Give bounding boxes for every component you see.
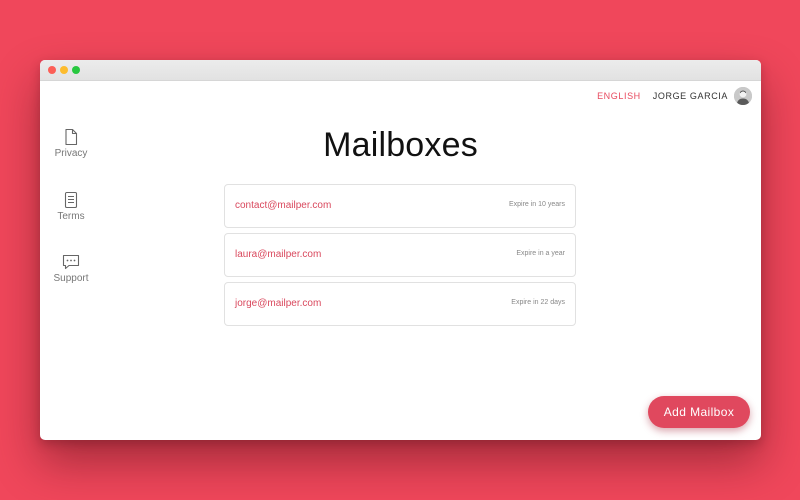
app-window: ENGLISH JORGE GARCIA Privacy Terms Suppo…	[40, 60, 761, 440]
mailbox-expiry: Expire in 22 days	[511, 299, 565, 306]
list-item[interactable]: laura@mailper.com Expire in a year	[224, 233, 576, 277]
mailbox-email: contact@mailper.com	[235, 200, 332, 211]
mailbox-expiry: Expire in 10 years	[508, 201, 565, 208]
list-item[interactable]: contact@mailper.com Expire in 10 years	[224, 184, 576, 228]
title-bar	[40, 60, 761, 81]
minimize-window-button[interactable]	[60, 66, 68, 74]
sidebar-item-label: Terms	[57, 211, 85, 222]
mailbox-list: contact@mailper.com Expire in 10 years l…	[224, 184, 576, 331]
list-document-icon	[64, 191, 78, 209]
maximize-window-button[interactable]	[72, 66, 80, 74]
sidebar-item-label: Support	[53, 273, 89, 284]
mailbox-email: laura@mailper.com	[235, 249, 322, 260]
close-window-button[interactable]	[48, 66, 56, 74]
avatar[interactable]	[734, 87, 752, 105]
language-selector[interactable]: ENGLISH	[597, 91, 641, 101]
top-bar: ENGLISH JORGE GARCIA	[597, 86, 752, 106]
user-avatar-icon	[734, 87, 752, 105]
add-mailbox-button[interactable]: Add Mailbox	[648, 396, 750, 428]
sidebar-item-support[interactable]: Support	[40, 253, 102, 284]
page-title: Mailboxes	[323, 126, 478, 164]
sidebar-item-terms[interactable]: Terms	[40, 191, 102, 222]
chat-bubble-icon	[62, 254, 80, 270]
mailbox-expiry: Expire in a year	[516, 250, 565, 257]
list-item[interactable]: jorge@mailper.com Expire in 22 days	[224, 282, 576, 326]
user-name[interactable]: JORGE GARCIA	[653, 91, 728, 101]
mailbox-email: jorge@mailper.com	[235, 298, 322, 309]
